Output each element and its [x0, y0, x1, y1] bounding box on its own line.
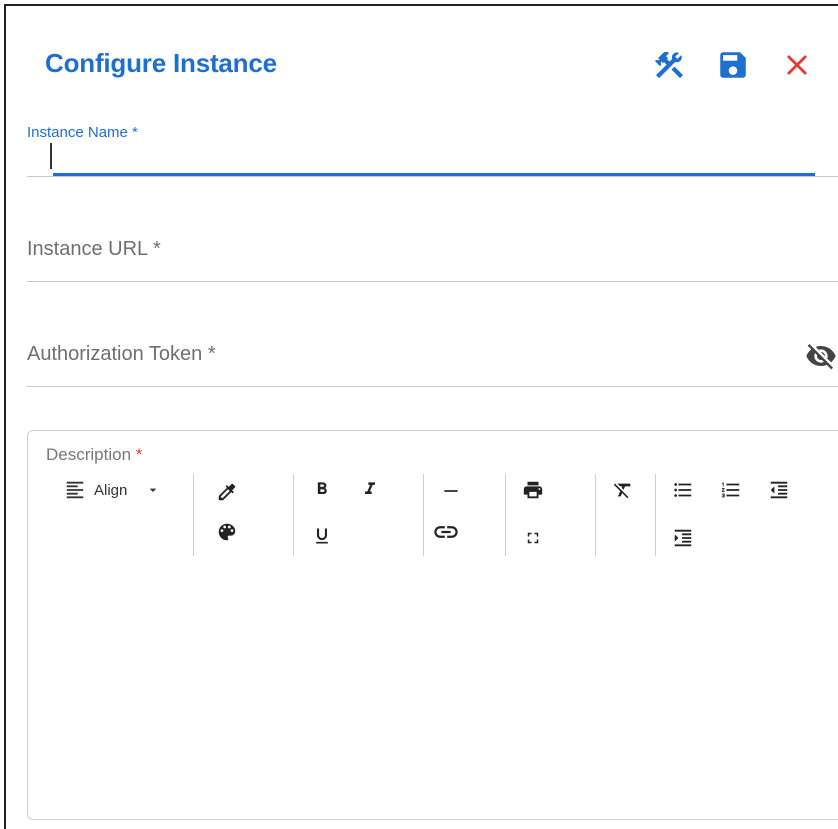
print-icon [523, 481, 543, 499]
numbered-list-icon [721, 482, 740, 498]
toolbar-separator [505, 474, 506, 556]
align-dropdown[interactable]: Align [64, 475, 174, 505]
toggle-visibility-button[interactable] [804, 340, 838, 372]
required-mark: * [135, 445, 143, 464]
toolbar-separator [193, 474, 194, 556]
palette-icon [218, 523, 236, 541]
horizontal-rule-icon [444, 490, 458, 492]
bullet-list-button[interactable] [668, 475, 698, 505]
link-icon [434, 526, 458, 538]
auth-token-input[interactable] [27, 333, 797, 385]
eye-off-icon [806, 344, 836, 370]
description-label-text: Description [46, 445, 132, 464]
instance-name-label: Instance Name * [27, 124, 138, 141]
align-left-icon [66, 481, 84, 499]
bold-icon [317, 482, 327, 494]
text-color-button[interactable] [212, 477, 242, 507]
toolbar-separator [655, 474, 656, 556]
align-label: Align [94, 481, 128, 499]
toolbar-separator [423, 474, 424, 556]
tools-icon [654, 51, 684, 79]
dialog-title: Configure Instance [45, 48, 277, 78]
close-icon [787, 55, 807, 75]
clear-format-icon [613, 483, 631, 499]
instance-name-underline [27, 176, 838, 177]
indent-icon [674, 529, 692, 547]
tools-button[interactable] [650, 46, 688, 84]
description-editor: Description * Align [27, 430, 838, 820]
clear-format-button[interactable] [608, 475, 638, 505]
underline-button[interactable] [307, 521, 337, 551]
fullscreen-icon [527, 532, 539, 544]
outdent-button[interactable] [764, 475, 794, 505]
save-button[interactable] [714, 46, 752, 84]
color-picker-icon [218, 483, 236, 501]
bold-button[interactable] [307, 474, 337, 504]
horizontal-rule-button[interactable] [436, 476, 466, 506]
insert-link-button[interactable] [431, 517, 461, 547]
description-label: Description * [46, 445, 142, 465]
italic-button[interactable] [355, 474, 385, 504]
numbered-list-button[interactable] [716, 475, 746, 505]
outdent-icon [770, 481, 788, 499]
instance-url-underline [27, 281, 838, 282]
toolbar-separator [293, 474, 294, 556]
toolbar-separator [595, 474, 596, 556]
save-icon [720, 52, 746, 78]
underline-icon [316, 528, 328, 544]
background-color-button[interactable] [212, 517, 242, 547]
instance-name-input[interactable] [27, 140, 817, 176]
italic-icon [365, 482, 375, 494]
bullet-list-icon [674, 483, 692, 497]
close-button[interactable] [778, 46, 816, 84]
print-button[interactable] [518, 475, 548, 505]
indent-button[interactable] [668, 523, 698, 553]
description-content-area[interactable] [38, 566, 836, 809]
instance-url-input[interactable] [27, 228, 838, 280]
chevron-down-icon [150, 488, 157, 492]
auth-token-underline [27, 386, 838, 387]
fullscreen-button[interactable] [518, 523, 548, 553]
